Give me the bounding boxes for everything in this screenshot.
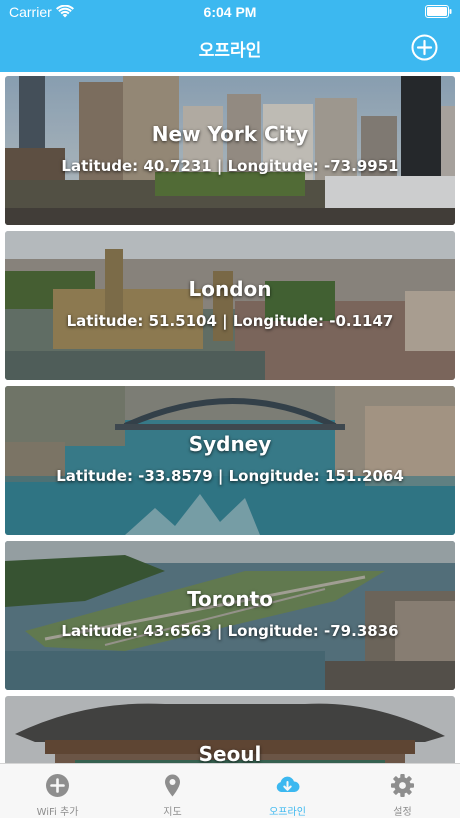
tab-map[interactable]: 지도 [115, 764, 230, 818]
tab-bar: WiFi 추가 지도 오프라인 설정 [0, 763, 460, 818]
city-card-sydney[interactable]: Sydney Latitude: -33.8579 | Longitude: 1… [5, 386, 455, 535]
tab-label: WiFi 추가 [36, 807, 79, 818]
card-overlay [5, 541, 455, 690]
tab-label: 오프라인 [269, 807, 306, 818]
tab-wifi-add[interactable]: WiFi 추가 [0, 764, 115, 818]
card-overlay [5, 231, 455, 380]
city-card-seoul[interactable]: Seoul [5, 696, 455, 763]
city-coordinates: Latitude: 40.7231 | Longitude: -73.9951 [61, 157, 399, 175]
plus-circle-icon [46, 774, 69, 797]
clock: 6:04 PM [203, 4, 257, 20]
gear-icon [391, 774, 414, 797]
page-title: 오프라인 [198, 41, 262, 61]
add-location-button[interactable] [411, 34, 438, 61]
tab-offline[interactable]: 오프라인 [230, 764, 345, 818]
tab-settings[interactable]: 설정 [345, 764, 460, 818]
offline-screen: Carrier 6:04 PM 오프라인 New York City Latit… [0, 0, 460, 818]
city-list[interactable]: New York City Latitude: 40.7231 | Longit… [0, 72, 460, 763]
city-coordinates: Latitude: 51.5104 | Longitude: -0.1147 [66, 312, 394, 330]
tab-label: 지도 [163, 807, 182, 818]
city-card-new-york[interactable]: New York City Latitude: 40.7231 | Longit… [5, 76, 455, 225]
card-overlay [5, 76, 455, 225]
city-card-toronto[interactable]: Toronto Latitude: 43.6563 | Longitude: -… [5, 541, 455, 690]
city-name: New York City [151, 122, 309, 146]
city-name: Seoul [198, 742, 262, 763]
city-name: London [188, 277, 272, 301]
city-coordinates: Latitude: -33.8579 | Longitude: 151.2064 [56, 467, 404, 485]
navigation-bar: Carrier 6:04 PM 오프라인 [0, 0, 460, 72]
status-bar: Carrier 6:04 PM [0, 0, 460, 24]
city-name: Toronto [187, 587, 273, 611]
battery-icon [425, 5, 452, 18]
cloud-download-icon [276, 776, 300, 792]
card-overlay [5, 386, 455, 535]
map-pin-icon [165, 774, 180, 797]
tab-label: 설정 [393, 807, 412, 818]
city-card-london[interactable]: London Latitude: 51.5104 | Longitude: -0… [5, 231, 455, 380]
city-coordinates: Latitude: 43.6563 | Longitude: -79.3836 [61, 622, 399, 640]
city-name: Sydney [188, 432, 272, 456]
